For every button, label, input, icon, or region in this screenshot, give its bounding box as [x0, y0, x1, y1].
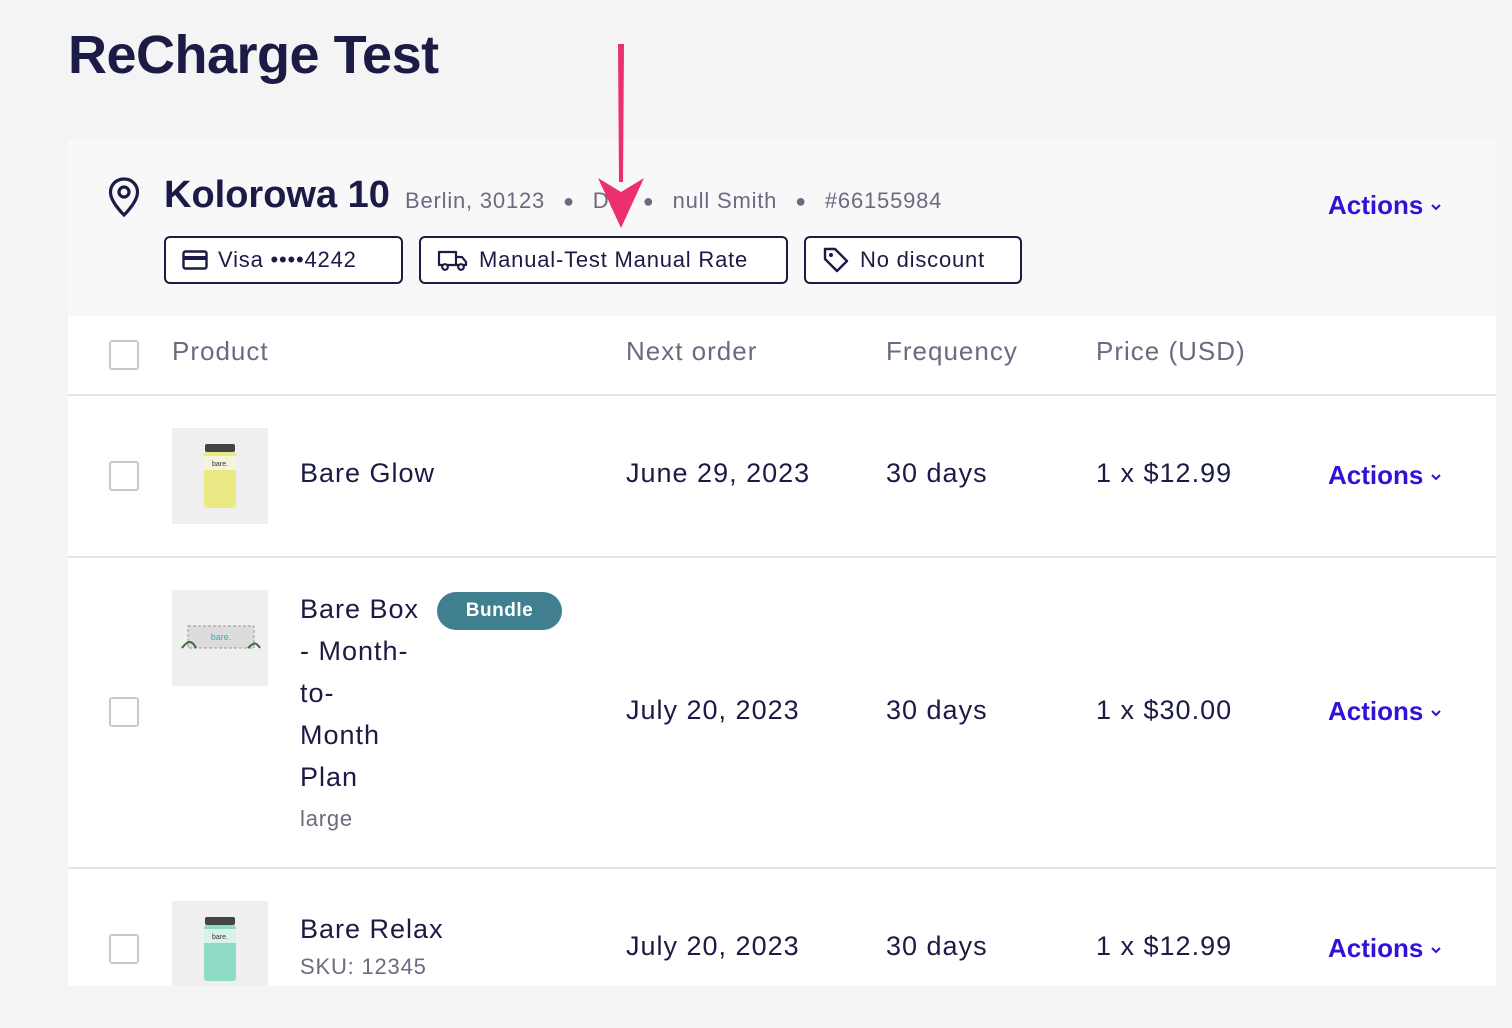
product-image: bare. — [181, 625, 261, 649]
product-name-line: - Month- — [300, 636, 409, 666]
column-header-frequency[interactable]: Frequency — [886, 336, 1018, 367]
actions-label: Actions — [1328, 460, 1424, 490]
product-name[interactable]: Bare Box - Month- to- Month Plan large — [300, 588, 419, 840]
product-name[interactable]: Bare Glow — [300, 458, 435, 489]
product-name-line: Bare Box — [300, 594, 420, 624]
actions-label: Actions — [1328, 696, 1424, 726]
select-all-checkbox[interactable] — [109, 340, 139, 370]
payment-method-pill[interactable]: Visa ••••4242 — [164, 236, 403, 284]
address-line: Kolorowa 10 — [164, 174, 390, 216]
address-city: Berlin, 30123 — [405, 188, 546, 213]
row-checkbox[interactable] — [109, 934, 139, 964]
product-thumbnail[interactable]: bare. — [172, 428, 268, 524]
frequency: 30 days — [886, 695, 988, 725]
product-name-line: to- — [300, 678, 335, 708]
address-meta: Berlin, 30123 ● DE ● null Smith ● #66155… — [405, 188, 942, 214]
discount-pill[interactable]: No discount — [804, 236, 1022, 284]
bundle-badge: Bundle — [437, 592, 562, 630]
divider — [68, 394, 1496, 396]
column-header-product[interactable]: Product — [172, 336, 269, 367]
chevron-down-icon — [1431, 946, 1442, 953]
svg-text:bare.: bare. — [212, 934, 228, 941]
price: 1 x $12.99 — [1096, 931, 1233, 961]
shipping-method-label: Manual-Test Manual Rate — [479, 247, 749, 272]
divider — [68, 867, 1496, 869]
customer-name: null Smith — [672, 188, 778, 213]
product-name-line: Bare Relax — [300, 914, 444, 944]
product-name[interactable]: Bare Relax SKU: 12345 — [300, 908, 444, 986]
row-actions-button[interactable]: Actions — [1328, 460, 1443, 491]
product-sku: SKU: 12345 — [300, 954, 427, 979]
column-header-price[interactable]: Price (USD) — [1096, 336, 1246, 367]
page-title: ReCharge Test — [68, 25, 439, 85]
subscription-card: Kolorowa 10 Berlin, 30123 ● DE ● null Sm… — [68, 140, 1496, 986]
product-thumbnail[interactable]: bare. — [172, 901, 268, 986]
separator-dot: ● — [795, 190, 807, 211]
row-checkbox[interactable] — [109, 697, 139, 727]
svg-text:bare.: bare. — [211, 632, 232, 642]
address-header: Kolorowa 10 Berlin, 30123 ● DE ● null Sm… — [68, 140, 1496, 316]
address-id: #66155984 — [824, 188, 943, 213]
truck-icon — [437, 250, 468, 271]
shipping-method-pill[interactable]: Manual-Test Manual Rate — [419, 236, 788, 284]
payment-method-label: Visa ••••4242 — [218, 247, 357, 272]
column-header-next-order[interactable]: Next order — [626, 336, 757, 367]
row-actions-button[interactable]: Actions — [1328, 696, 1443, 727]
product-name-line: Plan — [300, 762, 359, 792]
address-actions-button[interactable]: Actions — [1328, 190, 1443, 221]
chevron-down-icon — [1431, 709, 1442, 716]
product-image: bare. — [204, 917, 236, 981]
discount-label: No discount — [860, 247, 985, 272]
price: 1 x $12.99 — [1096, 458, 1233, 488]
next-order-date: June 29, 2023 — [626, 458, 811, 488]
row-checkbox[interactable] — [109, 461, 139, 491]
next-order-date: July 20, 2023 — [626, 695, 800, 725]
chevron-down-icon — [1431, 203, 1442, 210]
credit-card-icon — [182, 250, 208, 270]
product-name-line: Month — [300, 720, 381, 750]
product-variant: large — [300, 806, 353, 831]
map-pin-icon — [108, 177, 140, 218]
svg-text:bare.: bare. — [212, 461, 228, 468]
frequency: 30 days — [886, 458, 988, 488]
tag-icon — [823, 247, 849, 273]
price: 1 x $30.00 — [1096, 695, 1233, 725]
next-order-date: July 20, 2023 — [626, 931, 800, 961]
actions-label: Actions — [1328, 933, 1424, 963]
separator-dot: ● — [563, 190, 575, 211]
product-thumbnail[interactable]: bare. — [172, 590, 268, 686]
row-actions-button[interactable]: Actions — [1328, 933, 1443, 964]
chevron-down-icon — [1431, 473, 1442, 480]
product-image: bare. — [204, 444, 236, 508]
arrow-down-icon — [598, 44, 644, 228]
frequency: 30 days — [886, 931, 988, 961]
actions-label: Actions — [1328, 190, 1424, 220]
divider — [68, 556, 1496, 558]
